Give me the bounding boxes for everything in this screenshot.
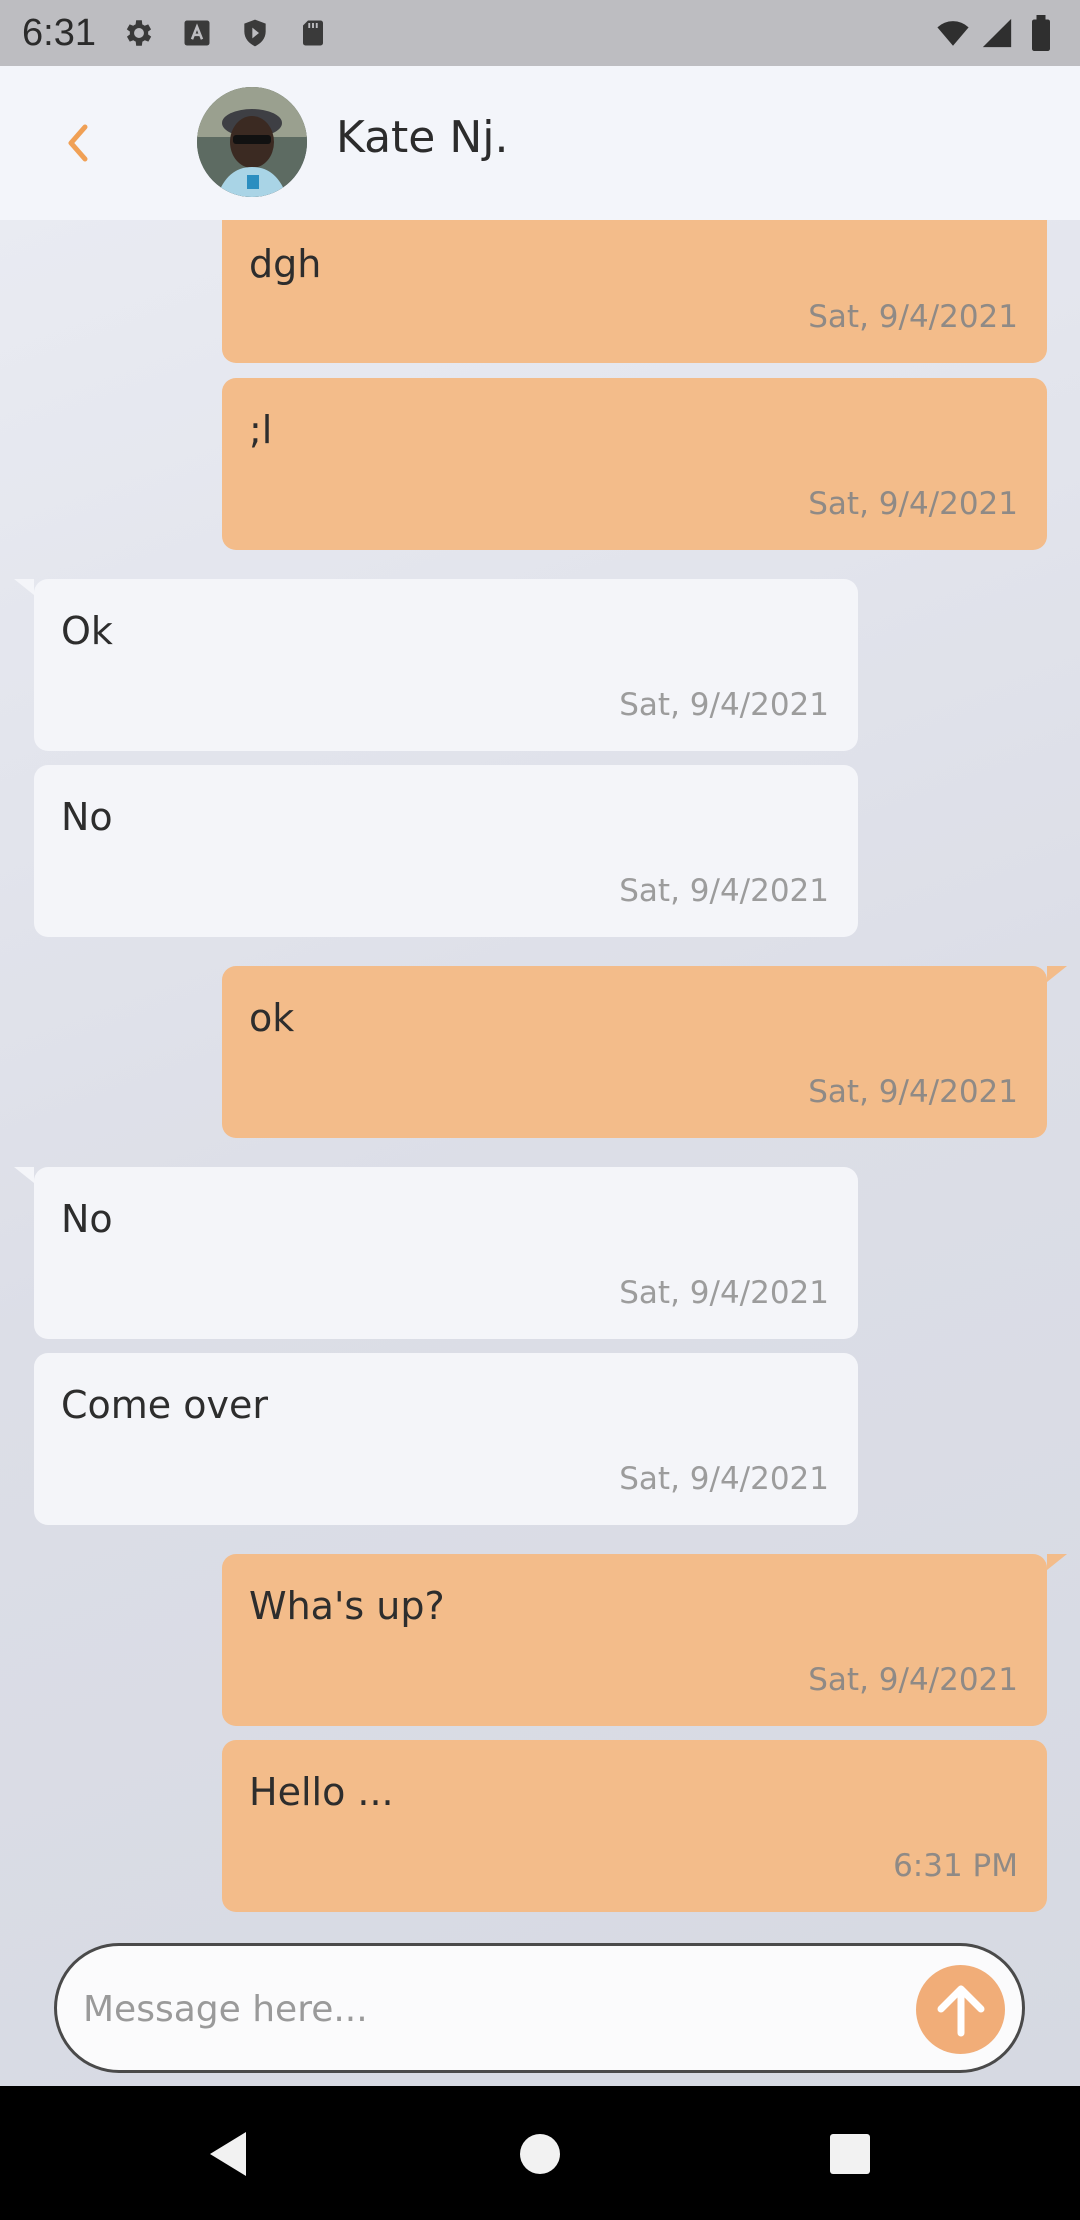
message-timestamp: 6:31 PM	[893, 1848, 1018, 1884]
contact-name[interactable]: Kate Nj.	[336, 112, 508, 163]
message-input[interactable]	[83, 1976, 863, 2042]
message-text: dgh	[249, 242, 322, 286]
status-icons-right	[936, 15, 1058, 51]
arrow-up-icon	[937, 1985, 984, 2036]
chevron-left-icon	[68, 124, 88, 162]
message-timestamp: Sat, 9/4/2021	[808, 1074, 1018, 1110]
nav-home-button[interactable]	[512, 2126, 568, 2182]
circle-home-icon	[520, 2134, 560, 2174]
square-recents-icon	[830, 2134, 870, 2174]
status-icons-left	[122, 16, 330, 50]
message-bubble-outgoing[interactable]: Hello ... 6:31 PM	[222, 1740, 1047, 1912]
message-text: No	[61, 795, 113, 839]
system-nav-bar	[0, 2086, 1080, 2220]
message-bubble-outgoing[interactable]: dgh Sat, 9/4/2021	[222, 220, 1047, 363]
bubble-tail	[1047, 966, 1067, 982]
message-bubble-incoming[interactable]: Ok Sat, 9/4/2021	[14, 579, 858, 751]
settings-gear-icon	[122, 16, 156, 50]
message-timestamp: Sat, 9/4/2021	[808, 1662, 1018, 1698]
bubble-tail	[1047, 1554, 1067, 1570]
bubble-tail	[14, 579, 34, 595]
message-bubble-outgoing[interactable]: Wha's up? Sat, 9/4/2021	[222, 1554, 1067, 1726]
font-a-icon	[180, 16, 214, 50]
wifi-icon	[936, 16, 970, 50]
message-text: ;l	[249, 408, 273, 452]
sd-card-icon	[296, 16, 330, 50]
triangle-back-icon	[210, 2132, 246, 2176]
status-bar: 6:31	[0, 0, 1080, 66]
message-timestamp: Sat, 9/4/2021	[619, 687, 829, 723]
shield-play-icon	[238, 16, 272, 50]
chat-header: Kate Nj.	[0, 66, 1080, 220]
bubble-tail	[14, 1167, 34, 1183]
message-text: Ok	[61, 609, 113, 653]
message-text: No	[61, 1197, 113, 1241]
message-bubble-incoming[interactable]: Come over Sat, 9/4/2021	[34, 1353, 858, 1525]
nav-recents-button[interactable]	[822, 2126, 878, 2182]
message-bubble-outgoing[interactable]: ok Sat, 9/4/2021	[222, 966, 1067, 1138]
back-button[interactable]	[56, 116, 100, 170]
message-timestamp: Sat, 9/4/2021	[619, 1275, 829, 1311]
status-time: 6:31	[22, 11, 96, 54]
message-bubble-incoming[interactable]: No Sat, 9/4/2021	[34, 765, 858, 937]
contact-avatar[interactable]	[197, 87, 307, 197]
message-timestamp: Sat, 9/4/2021	[808, 486, 1018, 522]
message-text: ok	[249, 996, 295, 1040]
message-composer	[54, 1943, 1025, 2073]
message-text: Hello ...	[249, 1770, 394, 1814]
nav-back-button[interactable]	[200, 2126, 256, 2182]
message-timestamp: Sat, 9/4/2021	[808, 299, 1018, 335]
message-text: Wha's up?	[249, 1584, 445, 1628]
message-timestamp: Sat, 9/4/2021	[619, 873, 829, 909]
message-bubble-outgoing[interactable]: ;l Sat, 9/4/2021	[222, 378, 1047, 550]
battery-icon	[1024, 15, 1058, 51]
cellular-signal-icon	[980, 16, 1014, 50]
message-list[interactable]: dgh Sat, 9/4/2021 ;l Sat, 9/4/2021 Ok Sa…	[0, 220, 1080, 2086]
send-button[interactable]	[916, 1965, 1005, 2054]
message-bubble-incoming[interactable]: No Sat, 9/4/2021	[14, 1167, 858, 1339]
message-timestamp: Sat, 9/4/2021	[619, 1461, 829, 1497]
message-text: Come over	[61, 1383, 268, 1427]
